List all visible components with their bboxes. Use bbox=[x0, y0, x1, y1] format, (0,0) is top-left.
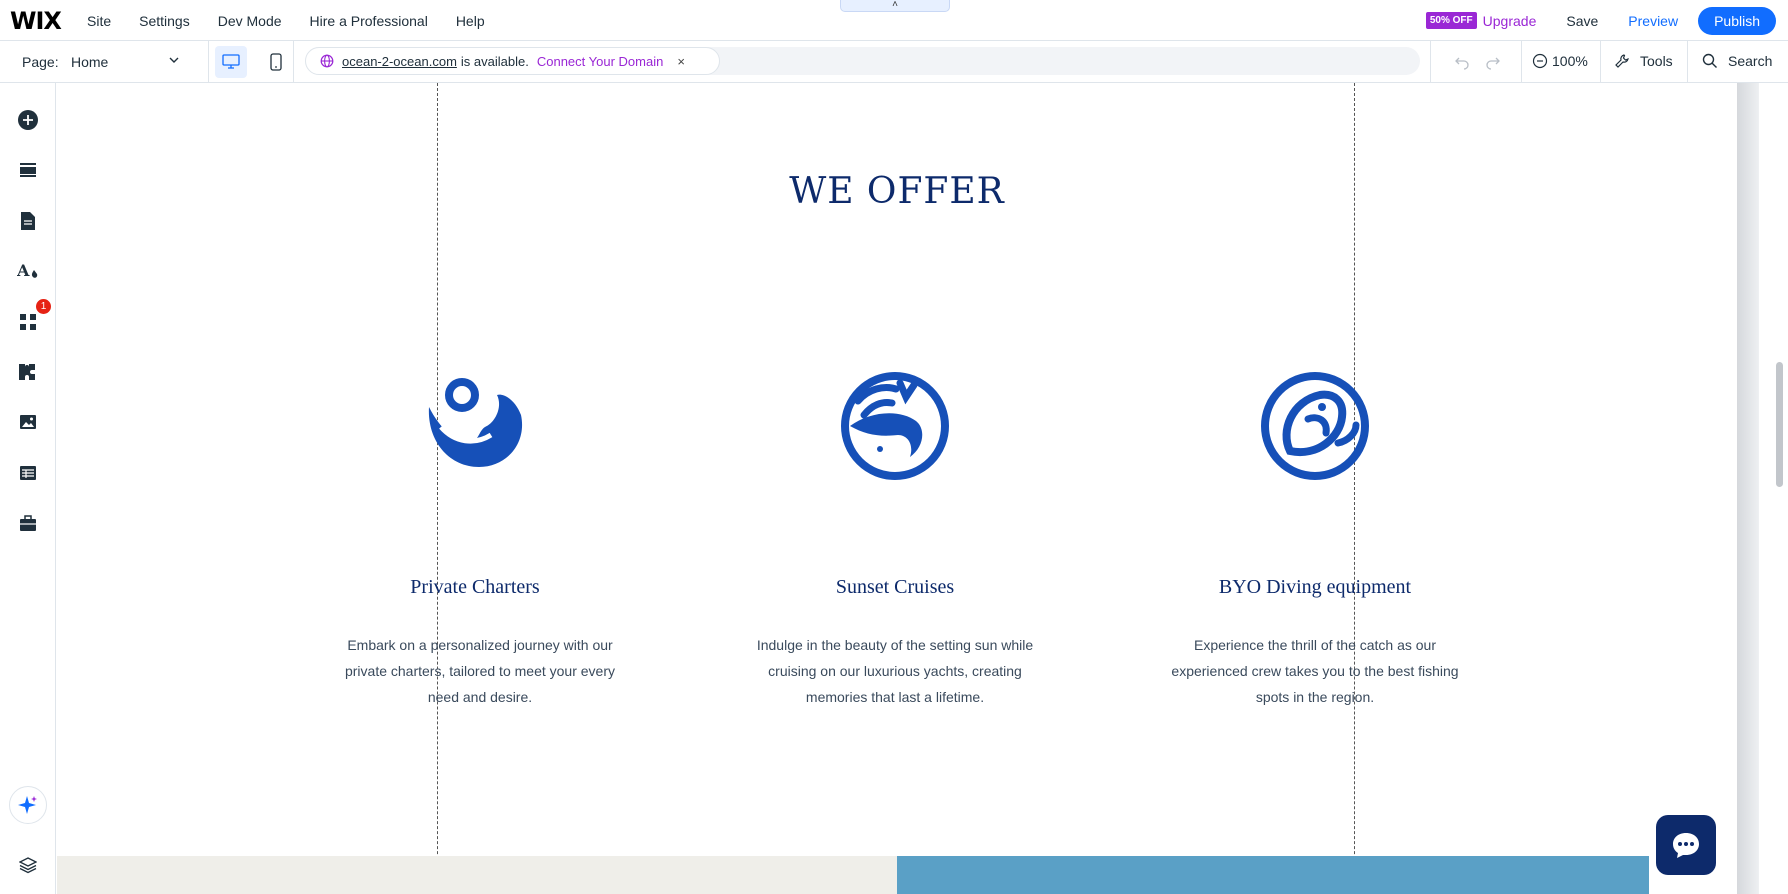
search-icon bbox=[1702, 53, 1717, 68]
desktop-icon bbox=[222, 54, 240, 69]
preview-button[interactable]: Preview bbox=[1628, 13, 1678, 29]
page-selector[interactable]: Home bbox=[71, 54, 108, 70]
fish-icon[interactable] bbox=[1260, 371, 1370, 481]
menu-help[interactable]: Help bbox=[456, 13, 485, 29]
offer-title-byo-diving[interactable]: BYO Diving equipment bbox=[1155, 576, 1475, 599]
plus-circle-icon bbox=[18, 110, 38, 130]
divider bbox=[293, 41, 294, 83]
desktop-view-button[interactable] bbox=[215, 46, 247, 78]
offer-description[interactable]: Experience the thrill of the catch as ou… bbox=[1165, 632, 1465, 710]
connect-domain-link[interactable]: Connect Your Domain bbox=[537, 54, 663, 69]
puzzle-icon bbox=[19, 364, 35, 380]
globe-icon bbox=[320, 54, 334, 68]
canvas-edge bbox=[1737, 83, 1759, 894]
search-label: Search bbox=[1728, 53, 1773, 69]
scrollbar-track[interactable] bbox=[1770, 83, 1788, 894]
save-button[interactable]: Save bbox=[1566, 13, 1598, 29]
chat-button[interactable] bbox=[1656, 815, 1716, 875]
offer-title-private-charters[interactable]: Private Charters bbox=[315, 576, 635, 599]
divider bbox=[1600, 41, 1601, 83]
design-button[interactable]: A bbox=[16, 259, 40, 283]
table-icon bbox=[20, 466, 36, 480]
publish-button[interactable]: Publish bbox=[1698, 6, 1776, 35]
url-bar: ocean-2-ocean.com is available. Connect … bbox=[305, 47, 1420, 75]
whale-icon[interactable] bbox=[840, 371, 950, 481]
apps-icon bbox=[20, 314, 36, 330]
menu-hire-professional[interactable]: Hire a Professional bbox=[310, 13, 428, 29]
divider bbox=[1430, 41, 1431, 83]
swimmer-wave-icon[interactable] bbox=[419, 369, 529, 479]
top-actions: 50% OFF Upgrade Save Preview Publish bbox=[1425, 0, 1776, 41]
offer-description[interactable]: Indulge in the beauty of the setting sun… bbox=[745, 632, 1045, 710]
divider bbox=[1521, 41, 1522, 83]
search-button[interactable]: Search bbox=[1702, 53, 1772, 69]
left-sidebar: A 1 bbox=[0, 83, 56, 894]
close-icon[interactable]: × bbox=[677, 54, 685, 69]
sections-button[interactable] bbox=[16, 158, 40, 182]
zoom-control[interactable]: 100% bbox=[1532, 53, 1588, 69]
mobile-view-button[interactable] bbox=[260, 46, 292, 78]
pages-button[interactable] bbox=[16, 209, 40, 233]
undo-icon[interactable] bbox=[1453, 53, 1471, 71]
add-elements-button[interactable] bbox=[16, 108, 40, 132]
wix-logo[interactable]: WIX bbox=[10, 7, 62, 35]
next-section-left[interactable] bbox=[57, 856, 897, 894]
zoom-level: 100% bbox=[1552, 53, 1588, 69]
menu-settings[interactable]: Settings bbox=[139, 13, 190, 29]
scrollbar-thumb[interactable] bbox=[1776, 362, 1783, 487]
briefcase-icon bbox=[20, 515, 36, 531]
layers-icon bbox=[19, 857, 37, 874]
editor-toolbar: Page: Home ocean-2-ocean.com is availabl… bbox=[0, 41, 1788, 83]
upgrade-link[interactable]: Upgrade bbox=[1483, 13, 1537, 29]
section-heading[interactable]: WE OFFER bbox=[57, 171, 1737, 212]
offer-description[interactable]: Embark on a personalized journey with ou… bbox=[330, 632, 630, 710]
top-menu: Site Settings Dev Mode Hire a Profession… bbox=[87, 0, 513, 41]
chat-icon bbox=[1673, 833, 1699, 858]
image-icon bbox=[20, 415, 36, 429]
wrench-icon bbox=[1615, 54, 1629, 68]
redo-icon[interactable] bbox=[1484, 53, 1502, 71]
ai-assistant-button[interactable] bbox=[9, 786, 47, 824]
domain-name[interactable]: ocean-2-ocean.com bbox=[342, 54, 457, 69]
media-button[interactable] bbox=[16, 410, 40, 434]
business-apps-button[interactable] bbox=[16, 360, 40, 384]
offer-title-sunset-cruises[interactable]: Sunset Cruises bbox=[735, 576, 1055, 599]
cms-button[interactable] bbox=[16, 461, 40, 485]
available-text: is available. bbox=[460, 53, 529, 69]
chevron-down-icon[interactable] bbox=[168, 54, 180, 66]
top-bar: WIX Site Settings Dev Mode Hire a Profes… bbox=[0, 0, 1788, 41]
menu-site[interactable]: Site bbox=[87, 13, 111, 29]
divider bbox=[208, 41, 209, 83]
menu-dev-mode[interactable]: Dev Mode bbox=[218, 13, 282, 29]
divider bbox=[1687, 41, 1688, 83]
portfolio-button[interactable] bbox=[16, 511, 40, 535]
tools-button[interactable]: Tools bbox=[1614, 53, 1673, 69]
page-label: Page: bbox=[22, 54, 59, 70]
tools-label: Tools bbox=[1640, 53, 1673, 69]
discount-badge[interactable]: 50% OFF bbox=[1425, 12, 1477, 29]
editor-canvas[interactable]: WE OFFER Private Charters Embark on a pe… bbox=[57, 83, 1737, 894]
theme-icon: A bbox=[17, 261, 38, 280]
next-section-image[interactable] bbox=[897, 856, 1649, 894]
zoom-out-icon bbox=[1532, 53, 1548, 69]
svg-text:A: A bbox=[17, 261, 30, 280]
collapse-handle[interactable]: ˄ bbox=[840, 0, 950, 12]
page-icon bbox=[21, 212, 35, 230]
sections-icon bbox=[20, 163, 36, 177]
domain-banner: ocean-2-ocean.com is available. Connect … bbox=[305, 47, 720, 75]
apps-button[interactable] bbox=[16, 310, 40, 334]
layers-button[interactable] bbox=[16, 853, 40, 877]
sparkle-icon bbox=[18, 796, 37, 814]
notification-badge: 1 bbox=[36, 299, 51, 314]
mobile-icon bbox=[270, 53, 282, 71]
